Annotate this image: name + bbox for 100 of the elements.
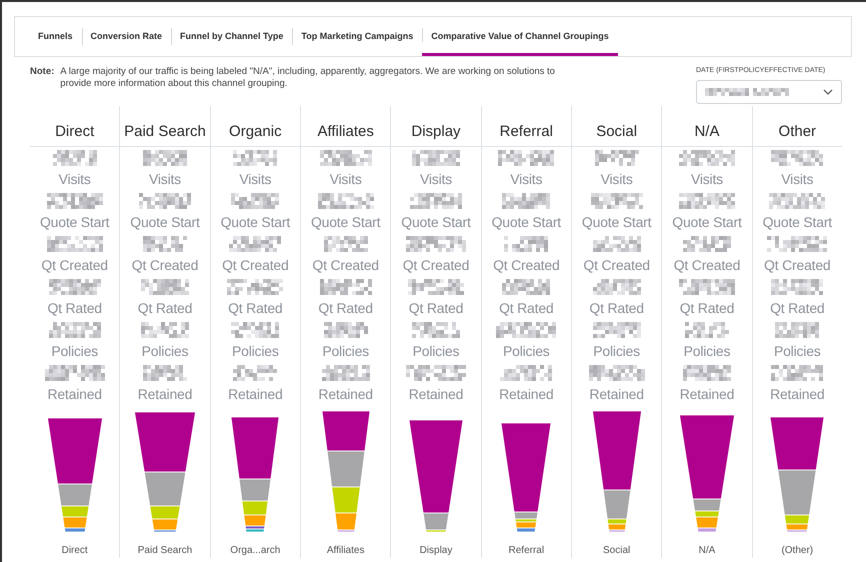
note-label: Note: [30,66,54,79]
metric-label: Quote Start [220,212,290,232]
blurred-value [502,192,550,208]
metric-label: Visits [330,170,362,188]
funnel-label: (Other) [781,544,814,558]
column-header: Direct [55,122,94,142]
metric-label: Retained [228,384,283,404]
column-header: Social [596,122,638,142]
column-header: Organic [229,122,282,142]
blurred-value [412,322,460,338]
metric-label: Qt Created [312,256,379,275]
blurred-value [138,192,191,208]
blurred-value [767,236,828,252]
blurred-value [320,278,372,294]
metric-label: Visits [510,170,542,188]
blurred-value [48,322,101,338]
metric-label: Visits [239,170,272,188]
blurred-value [412,150,460,166]
metric-label: Retained [680,384,734,404]
blurred-value [592,278,641,294]
tab[interactable]: Funnels [29,17,82,56]
metric-label: Retained [499,384,554,404]
metric-label: Policies [774,342,821,360]
blurred-value [52,150,97,166]
blurred-value [231,322,280,338]
metric-label: Retained [589,384,644,404]
blurred-value [140,278,189,294]
column-header: Affiliates [317,122,374,142]
metric-label: Qt Rated [770,298,824,318]
metric-label: Policies [322,342,369,360]
metric-label: Retained [408,384,464,404]
metric-label: Qt Rated [680,298,734,318]
funnel-label: Social [603,544,630,558]
tab[interactable]: Comparative Value of Channel Groupings [422,17,618,56]
note-text: A large majority of our traffic is being labeled "N/A", including, apparently, aggregators. We are working on solutions to provide more information about this channel grouping. [60,66,556,92]
blurred-value [46,236,103,252]
column-header: N/A [694,122,720,142]
funnel-label: Direct [62,544,88,558]
metric-label: Policies [232,342,279,360]
metric-label: Quote Start [401,212,471,232]
metric-label: Qt Created [222,256,289,275]
blurred-value [592,236,641,252]
blurred-value [44,364,105,380]
metric-label: Qt Rated [47,298,102,318]
metric-label: Qt Rated [589,298,644,318]
blurred-value [140,322,189,338]
tab[interactable]: Top Marketing Campaigns [292,17,422,56]
tab[interactable]: Conversion Rate [82,17,172,56]
blurred-value [678,150,735,166]
blurred-value [410,192,462,208]
blurred-value [322,364,370,380]
metric-label: Retained [318,384,373,404]
blurred-value [678,278,735,294]
blurred-value [233,364,278,380]
metric-label: Visits [600,170,633,188]
metric-label: Policies [142,342,188,360]
blurred-value [771,278,824,294]
metric-label: Qt Created [583,256,650,275]
metric-label: Qt Rated [318,298,373,318]
funnel-label: N/A [698,544,716,558]
tab[interactable]: Funnel by Channel Type [171,17,292,56]
blurred-value [594,150,639,166]
blurred-value [775,322,820,338]
metric-label: Qt Created [493,256,560,275]
blurred-value [678,192,735,208]
metric-label: Retained [47,384,102,404]
blurred-value [590,192,643,208]
date-dropdown[interactable] [696,80,842,104]
blurred-value [684,322,729,338]
blurred-value [771,150,824,166]
metric-label: Qt Created [41,256,108,275]
metric-label: Quote Start [582,212,652,232]
metric-label: Quote Start [492,212,561,232]
blurred-value [769,192,826,208]
metric-label: Quote Start [130,212,200,232]
blurred-value [229,236,282,252]
metric-label: Quote Start [40,212,110,232]
metric-label: Retained [770,384,825,404]
blurred-value [227,278,284,294]
metric-label: Qt Created [764,256,831,275]
funnel-label: Referral [508,544,544,558]
funnel-label: Display [420,544,452,558]
blurred-value [682,236,731,252]
column-header: Paid Search [124,122,206,142]
blurred-value [500,364,552,380]
metric-label: Visits [148,170,181,188]
metric-label: Qt Created [402,256,470,275]
blurred-value [592,322,641,338]
metric-label: Retained [138,384,192,404]
funnel-label: Paid Search [138,544,192,558]
metric-label: Policies [684,342,730,360]
blurred-value [588,364,645,380]
blurred-value [46,192,103,208]
blurred-value [406,364,466,380]
blurred-value [502,278,550,294]
blurred-value [682,364,731,380]
metric-label: Qt Rated [138,298,192,318]
blurred-value [233,150,278,166]
metric-label: Qt Created [674,256,740,275]
metric-label: Qt Created [132,256,198,275]
